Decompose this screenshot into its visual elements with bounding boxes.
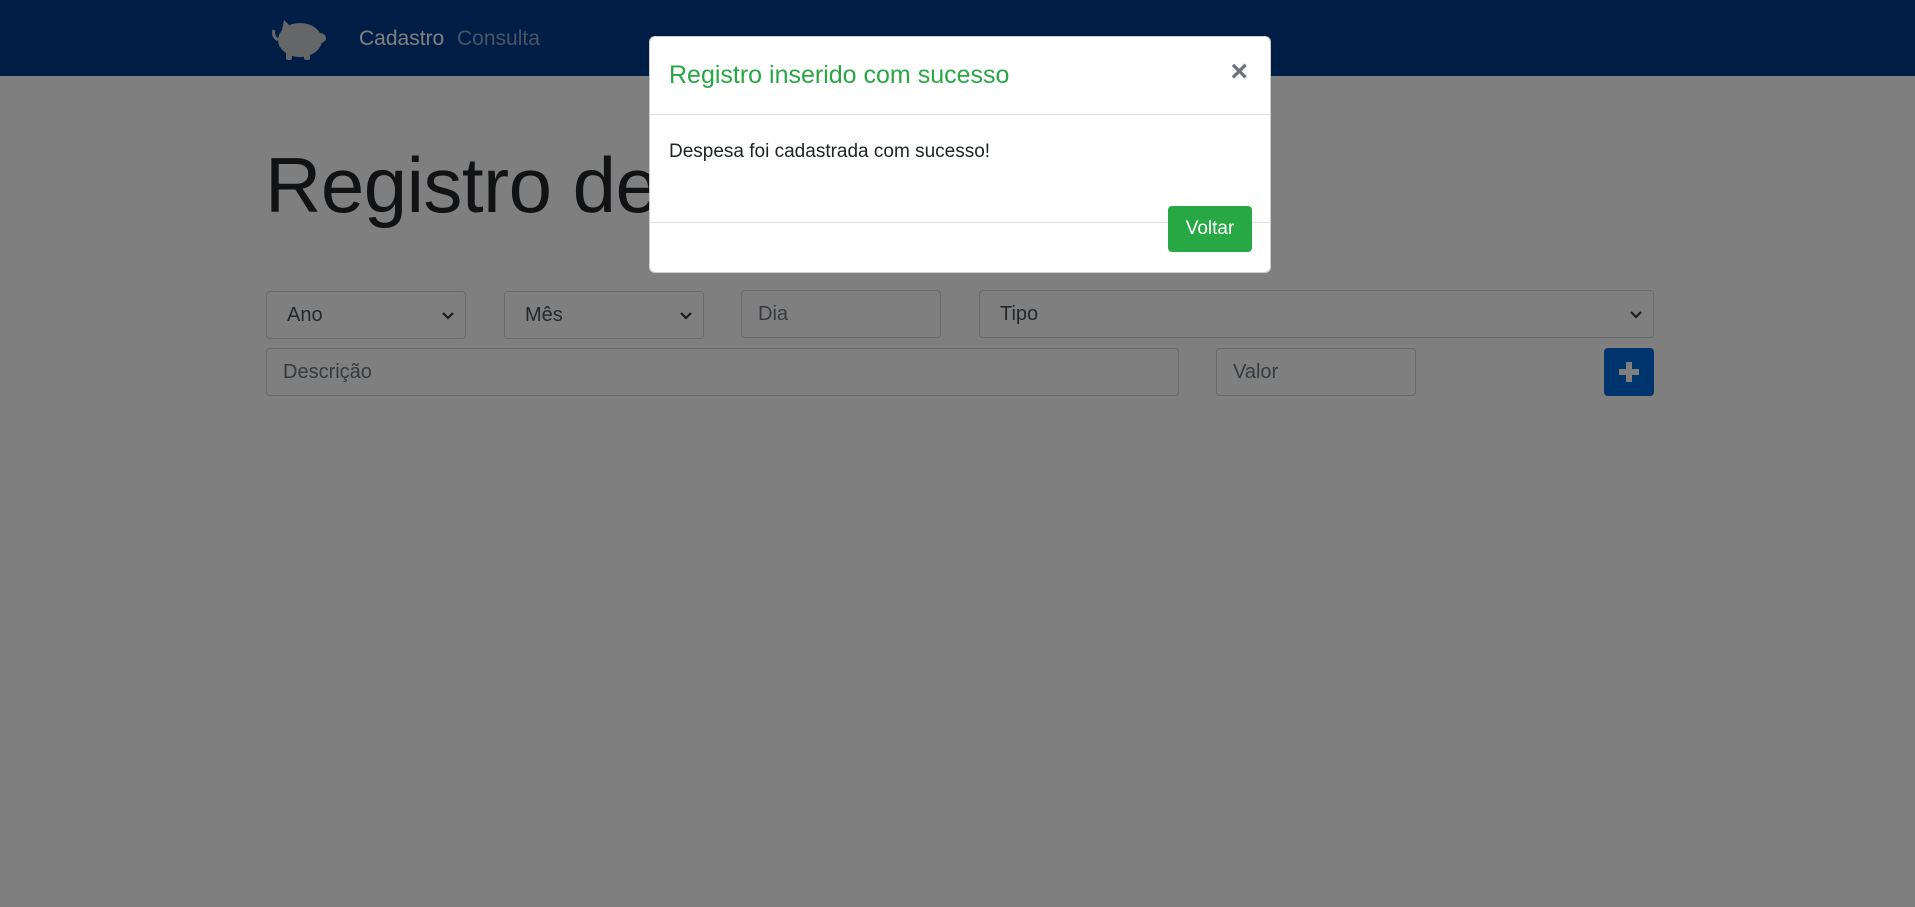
modal-message: Despesa foi cadastrada com sucesso! [669, 141, 991, 162]
modal-title: Registro inserido com sucesso [669, 61, 1010, 89]
modal-header: Registro inserido com sucesso × [650, 37, 1270, 115]
voltar-button[interactable]: Voltar [1168, 206, 1252, 252]
success-modal: Registro inserido com sucesso × Despesa … [649, 36, 1271, 273]
close-icon[interactable]: × [1230, 57, 1248, 87]
